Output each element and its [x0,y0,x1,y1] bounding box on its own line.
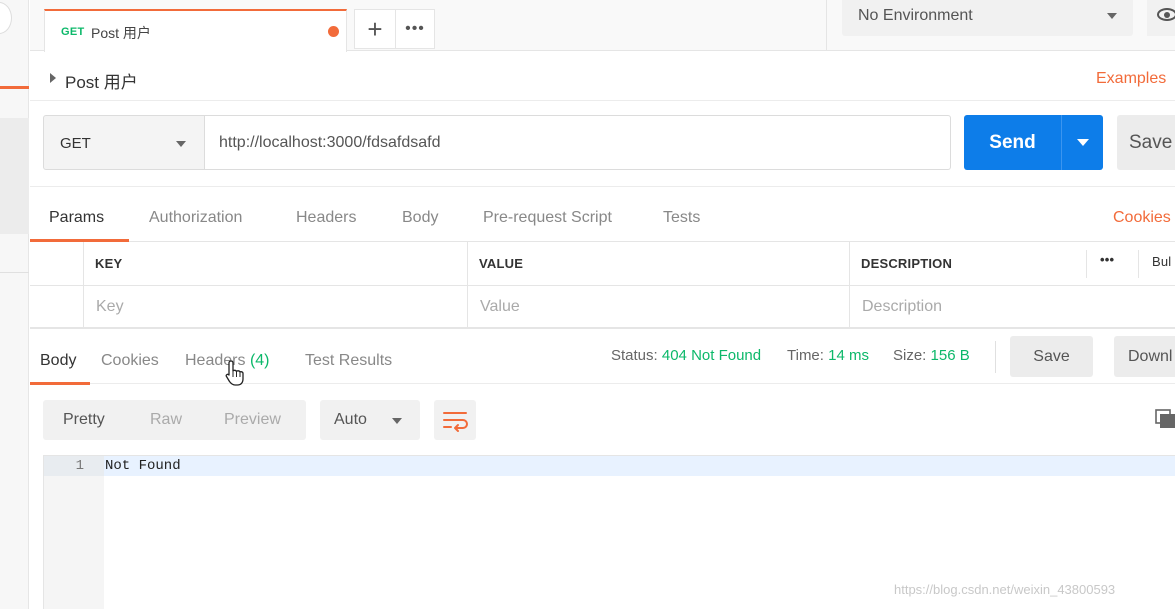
more-icon: ••• [405,20,425,37]
sidebar-selected-item[interactable] [0,118,29,234]
view-tab-raw[interactable]: Raw [150,411,182,429]
status-info[interactable]: Status: 404 Not Found [611,347,761,364]
size-value: 156 B [930,347,970,364]
divider [995,341,996,373]
code-line: Not Found [105,458,181,474]
request-tab-method: GET [61,26,85,38]
sidebar-avatar[interactable] [0,2,12,34]
view-tab-pretty[interactable]: Pretty [63,411,105,429]
examples-link[interactable]: Examples [1096,70,1166,88]
tab-bar-divider [826,0,827,51]
caret-right-icon[interactable] [50,73,56,83]
tab-tests[interactable]: Tests [663,209,700,227]
active-tab-indicator [30,382,90,385]
method-select[interactable]: GET [43,115,205,170]
value-input[interactable]: Value [468,286,850,328]
table-header-checkbox [30,242,84,286]
table-header-key: KEY [84,242,468,286]
save-response-button[interactable]: Save [1010,336,1093,377]
format-select-value: Auto [334,411,367,428]
time-label: Time: [787,347,824,364]
chevron-down-icon [392,418,402,424]
sidebar [0,0,29,609]
cookies-link[interactable]: Cookies [1113,209,1171,227]
tab-bar: GET Post 用户 + ••• No Environment [30,0,1175,52]
line-gutter [44,456,104,609]
response-tabs: Body Cookies Headers (4) Test Results St… [30,328,1175,385]
tab-body[interactable]: Body [402,209,438,227]
tab-headers[interactable]: Headers [296,209,356,227]
size-info[interactable]: Size: 156 B [893,347,970,364]
table-header-value: VALUE [468,242,850,286]
status-value: 404 Not Found [661,347,762,364]
header-divider [1086,250,1087,278]
request-tab-title: Post 用户 [91,25,151,41]
active-line-highlight [104,456,1175,476]
download-button[interactable]: Downl [1114,336,1175,377]
send-options-button[interactable] [1061,115,1103,170]
wrap-lines-button[interactable] [434,400,476,440]
table-header-description: DESCRIPTION ••• Bul [850,242,1175,286]
response-tab-cookies[interactable]: Cookies [101,352,159,370]
value-placeholder: Value [480,298,520,315]
hand-pointer-icon [225,360,244,386]
view-tab-preview[interactable]: Preview [224,411,281,429]
table-header-label: KEY [95,256,123,271]
tab-authorization[interactable]: Authorization [149,209,242,227]
copy-button[interactable] [1155,409,1175,429]
new-tab-button[interactable]: + [354,9,396,49]
table-header-label: DESCRIPTION [861,256,953,271]
method-select-value: GET [60,135,91,152]
eye-icon [1157,8,1175,21]
line-number: 1 [44,456,104,476]
wrap-lines-icon [443,412,468,432]
plus-icon: + [367,14,383,44]
request-tab[interactable]: GET Post 用户 [44,9,347,52]
tab-pre-request-script[interactable]: Pre-request Script [483,209,612,227]
watermark: https://blog.csdn.net/weixin_43800593 [894,582,1116,597]
save-request-button[interactable]: Save [1117,115,1175,170]
environment-select[interactable]: No Environment [842,0,1133,36]
tab-options-button[interactable]: ••• [395,9,435,49]
format-select[interactable]: Auto [320,400,420,440]
key-placeholder: Key [96,298,124,315]
sidebar-active-indicator [0,86,29,89]
url-input[interactable] [204,115,951,170]
table-header-label: VALUE [479,256,524,271]
response-tab-test-results[interactable]: Test Results [305,352,392,370]
row-checkbox-cell[interactable] [30,286,84,328]
environment-select-value: No Environment [858,7,973,24]
description-placeholder: Description [862,298,943,315]
status-label: Status: [611,347,658,364]
response-tab-body[interactable]: Body [40,352,76,370]
chevron-down-icon [1077,139,1089,146]
more-icon[interactable]: ••• [1100,252,1114,267]
params-table: KEY VALUE DESCRIPTION ••• Bul Key Value … [30,242,1175,328]
time-value: 14 ms [828,347,869,364]
request-tabs: Params Authorization Headers Body Pre-re… [30,186,1175,242]
chevron-down-icon [176,141,186,147]
request-name[interactable]: Post 用户 [65,68,138,93]
headers-count-badge: (4) [249,352,270,369]
divider [30,100,1175,101]
bulk-edit-link[interactable]: Bul [1152,254,1171,269]
environment-quick-look-button[interactable] [1147,0,1175,36]
sidebar-divider [0,272,29,273]
chevron-down-icon [1107,13,1117,19]
time-info[interactable]: Time: 14 ms [787,347,869,364]
view-mode-tabs: Pretty Raw Preview [43,400,306,440]
key-input[interactable]: Key [84,286,468,328]
tab-params[interactable]: Params [49,209,104,227]
send-button[interactable]: Send [964,115,1061,170]
unsaved-dot-icon [328,26,339,37]
copy-icon [1155,409,1175,428]
header-divider [1138,250,1139,278]
size-label: Size: [893,347,927,364]
description-input[interactable]: Description [850,286,1175,328]
